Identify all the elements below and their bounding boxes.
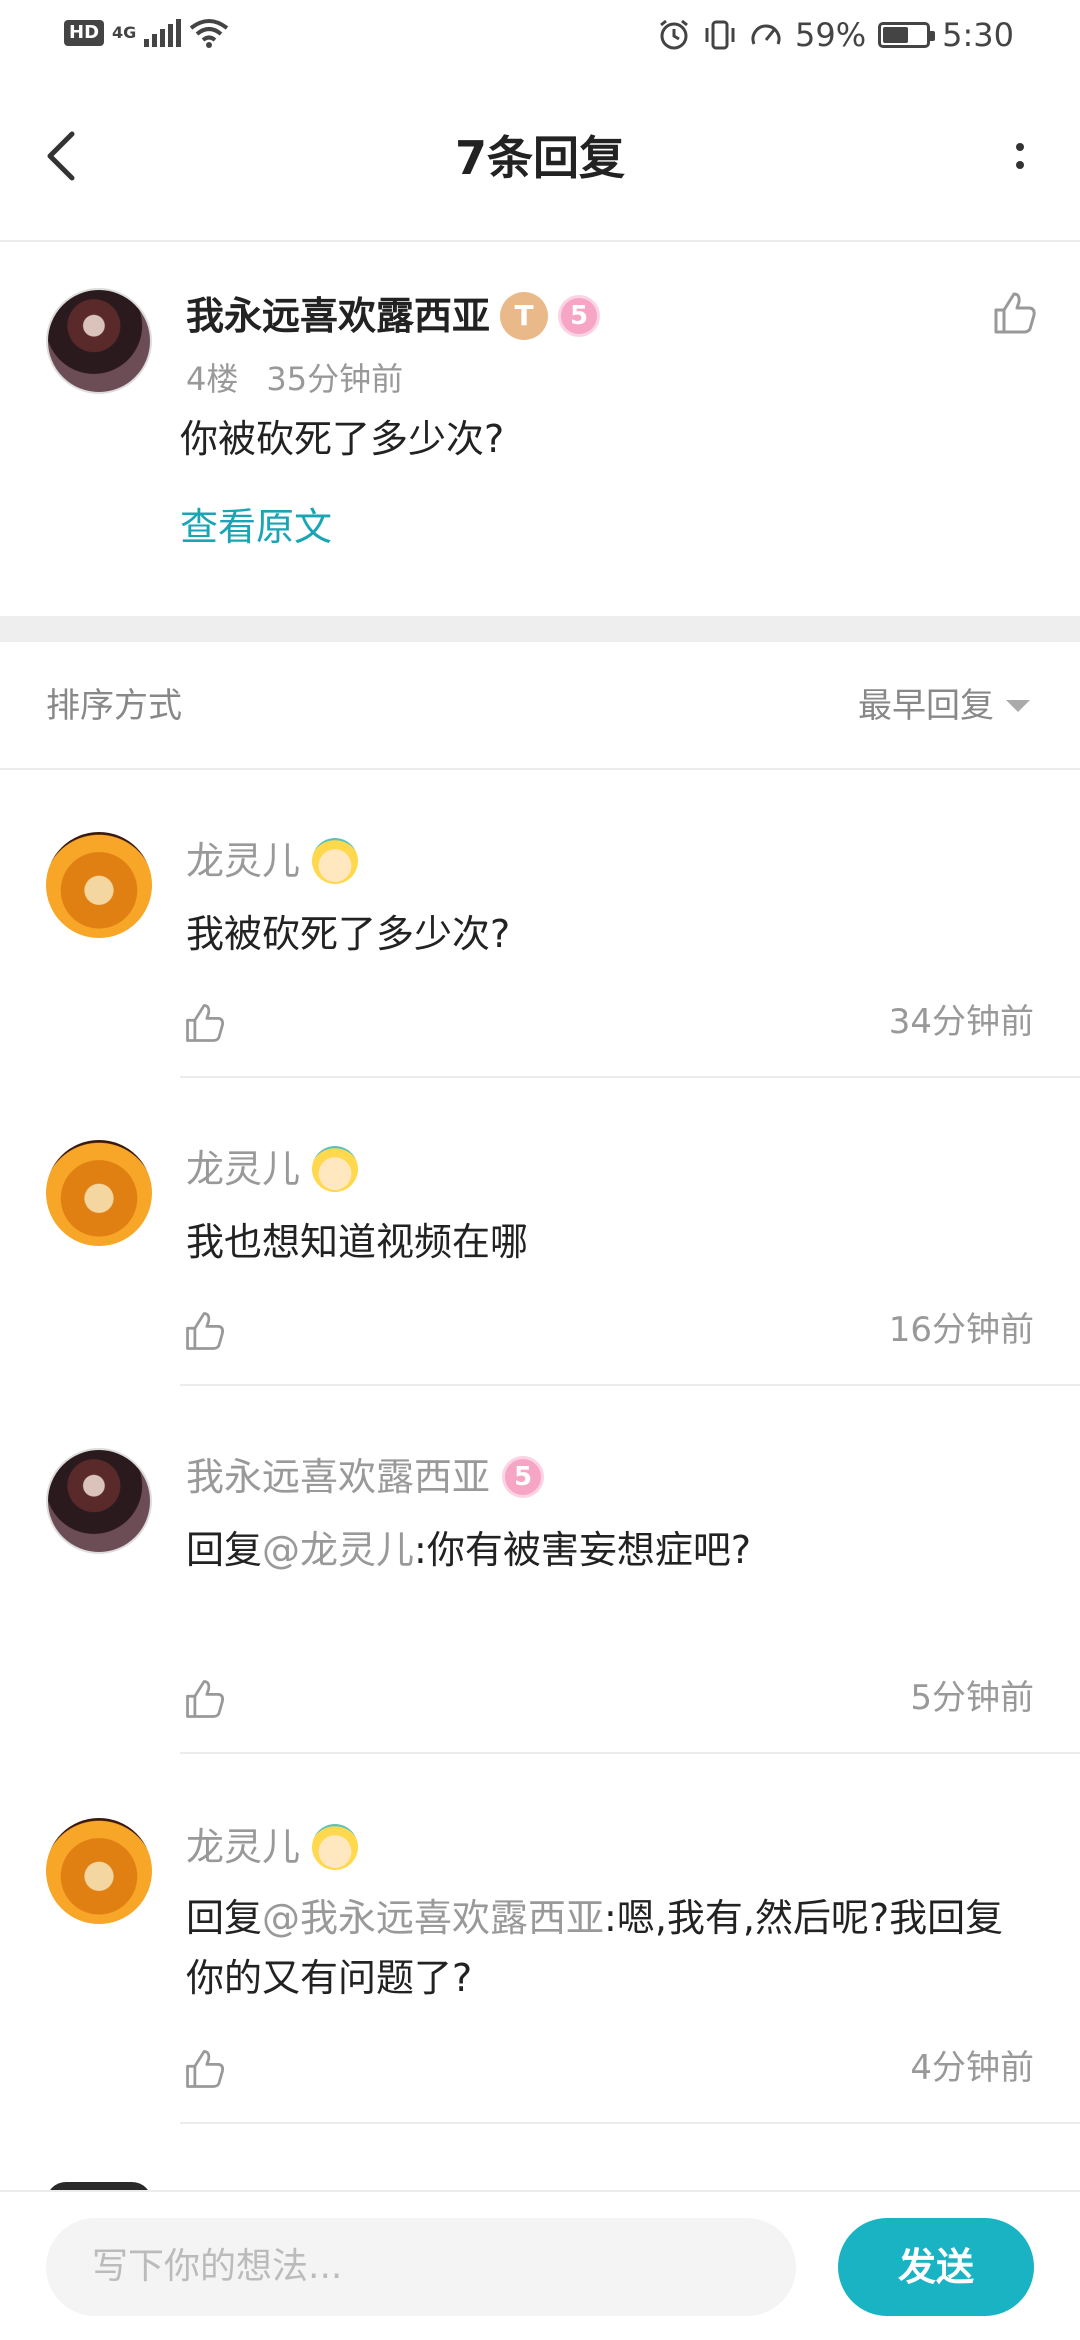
divider	[180, 1752, 1080, 1754]
reply-time: 16分钟前	[888, 1310, 1034, 1350]
author-name[interactable]: 龙灵儿	[186, 834, 300, 888]
mention-link[interactable]: @我永远喜欢露西亚	[262, 1896, 604, 1940]
reply-content: 我也想知道视频在哪	[186, 1212, 1006, 1272]
thumbs-up-icon	[186, 1312, 225, 1350]
avatar[interactable]	[46, 1448, 152, 1554]
thumbs-up-icon	[994, 292, 1036, 334]
like-button[interactable]	[182, 1000, 228, 1046]
section-divider	[0, 616, 1080, 642]
reply-text: 我被砍死了多少次?	[186, 912, 511, 956]
vibrate-icon	[705, 20, 735, 50]
list-item: 龙灵儿 我也想知道视频在哪 16分钟前	[0, 1080, 1080, 1388]
battery-percent: 59%	[795, 16, 867, 54]
reply-text: 我也想知道视频在哪	[186, 1220, 529, 1264]
sort-label: 排序方式	[46, 686, 182, 726]
fan-badge-icon	[312, 1146, 359, 1192]
dot-icon	[1016, 143, 1024, 151]
status-bar: HD 4G 59% 5:30	[0, 0, 1080, 76]
like-button[interactable]	[182, 1676, 228, 1722]
send-button[interactable]: 发送	[838, 2218, 1034, 2316]
author-name[interactable]: 龙灵儿	[186, 1142, 300, 1196]
author-name[interactable]: 我永远喜欢露西亚	[186, 288, 490, 344]
battery-icon	[878, 22, 936, 48]
reply-content: 我被砍死了多少次?	[186, 904, 1006, 964]
hd-icon: HD	[64, 20, 105, 46]
level-badge-icon: 5	[502, 1456, 545, 1498]
post-content: 你被砍死了多少次?	[180, 417, 505, 461]
divider	[180, 2122, 1080, 2124]
avatar[interactable]	[46, 1140, 152, 1246]
like-button[interactable]	[182, 1308, 228, 1354]
post-author: 我永远喜欢露西亚 T 5	[186, 288, 601, 344]
post-meta: 4楼 35分钟前	[186, 356, 403, 402]
floor-number: 4楼	[186, 360, 239, 398]
wifi-icon	[190, 19, 229, 48]
comment-input[interactable]: 写下你的想法...	[46, 2218, 796, 2316]
reply-content: 回复@我永远喜欢露西亚:嗯,我有,然后呢?我回复你的又有问题了?	[186, 1888, 1006, 2008]
title-badge-icon: T	[500, 292, 549, 340]
reply-content: 回复@龙灵儿:你有被害妄想症吧?	[186, 1520, 1006, 1580]
reply-prefix: 回复	[186, 1896, 263, 1940]
like-button[interactable]	[990, 288, 1040, 338]
main-post: 我永远喜欢露西亚 T 5 4楼 35分钟前 你被砍死了多少次? 查看原文	[0, 244, 1080, 616]
clock: 5:30	[942, 16, 1014, 54]
title-bar: 7条回复	[0, 76, 1080, 242]
like-button[interactable]	[182, 2046, 228, 2092]
thumbs-up-icon	[186, 1004, 225, 1042]
reply-author: 我永远喜欢露西亚 5	[186, 1450, 545, 1504]
composer-bar: 写下你的想法... 发送	[0, 2190, 1080, 2340]
battery-level	[883, 27, 908, 43]
reply-time: 34分钟前	[888, 1002, 1034, 1042]
author-name[interactable]: 我永远喜欢露西亚	[186, 1450, 490, 1504]
author-name[interactable]: 龙灵儿	[186, 1820, 300, 1874]
post-time: 35分钟前	[266, 360, 404, 398]
reply-author: 龙灵儿	[186, 1142, 359, 1196]
page-title: 7条回复	[454, 131, 625, 185]
divider	[180, 1076, 1080, 1078]
level-badge-icon: 5	[558, 295, 601, 337]
list-item: 龙灵儿 回复@我永远喜欢露西亚:嗯,我有,然后呢?我回复你的又有问题了? 4分钟…	[0, 1758, 1080, 2128]
list-item: 我永远喜欢露西亚 5 回复@龙灵儿:你有被害妄想症吧? 5分钟前	[0, 1388, 1080, 1758]
thumbs-up-icon	[186, 1680, 225, 1718]
sort-dropdown[interactable]: 最早回复	[858, 682, 1030, 730]
thumbs-up-icon	[186, 2050, 225, 2088]
reply-prefix: 回复	[186, 1528, 263, 1572]
alarm-icon	[660, 19, 688, 50]
view-original-link[interactable]: 查看原文	[180, 500, 332, 554]
status-right: 59% 5:30	[657, 16, 1014, 54]
caret-down-icon	[1006, 700, 1030, 712]
more-options-button[interactable]	[1000, 126, 1040, 186]
network-type: 4G	[112, 23, 137, 42]
avatar[interactable]	[46, 288, 152, 394]
reply-time: 4分钟前	[910, 2048, 1034, 2088]
fan-badge-icon	[312, 838, 359, 884]
reply-author: 龙灵儿	[186, 834, 359, 888]
reply-author: 龙灵儿	[186, 1820, 359, 1874]
list-item: 龙灵儿 我被砍死了多少次? 34分钟前	[0, 772, 1080, 1080]
signal-icon	[144, 19, 182, 47]
data-saver-icon	[751, 24, 781, 45]
reply-text: :你有被害妄想症吧?	[414, 1528, 752, 1572]
avatar[interactable]	[46, 1818, 152, 1924]
fan-badge-icon	[312, 1824, 359, 1870]
avatar[interactable]	[46, 832, 152, 938]
mention-link[interactable]: @龙灵儿	[262, 1528, 414, 1572]
divider	[180, 1384, 1080, 1386]
dot-icon	[1016, 161, 1024, 169]
status-left: HD 4G	[64, 18, 229, 48]
sort-bar: 排序方式 最早回复	[0, 642, 1080, 770]
sort-selected: 最早回复	[858, 686, 994, 726]
reply-time: 5分钟前	[910, 1678, 1034, 1718]
